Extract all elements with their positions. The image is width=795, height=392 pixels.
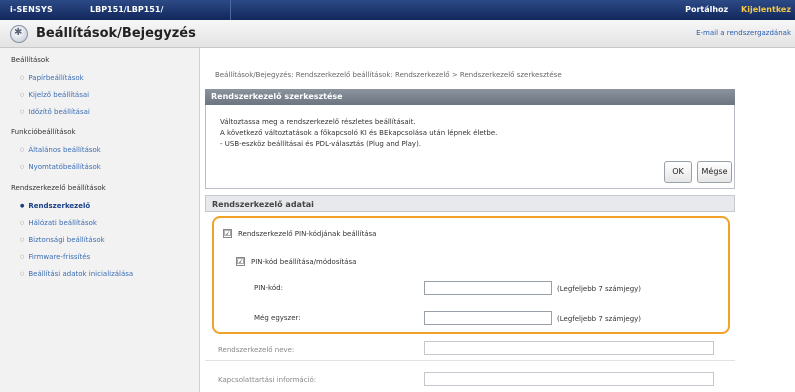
cancel-button[interactable]: Mégse — [697, 161, 732, 183]
pin-code-input[interactable] — [424, 281, 552, 295]
pin-setting-label: Rendszerkezelő PIN-kódjának beállítása — [238, 230, 377, 238]
sidebar-item-network[interactable]: Hálózati beállítások — [20, 219, 97, 227]
sidebar: Beállítások Papírbeállítások Kijelző beá… — [0, 48, 200, 392]
admin-name-label: Rendszerkezelő neve: — [218, 346, 295, 354]
edit-panel-title: Rendszerkezelő szerkesztése — [205, 89, 735, 105]
sidebar-section-functions[interactable]: Funkcióbeállítások — [11, 128, 76, 136]
sidebar-section-admin[interactable]: Rendszerkezelő beállítások — [11, 184, 106, 192]
admin-data-section-title: Rendszerkezelő adatai — [205, 195, 735, 212]
row-divider — [205, 360, 735, 361]
pin-setting-checkbox[interactable]: ☑ — [223, 229, 232, 238]
top-links: Portálhoz Kijelentkez — [675, 5, 791, 14]
portal-link[interactable]: Portálhoz — [685, 5, 728, 14]
notice-line-2: A következő változtatások a főkapcsoló K… — [220, 129, 498, 137]
title-bar: Beállítások/Bejegyzés E-mail a rendszerg… — [0, 20, 795, 48]
sidebar-item-paper[interactable]: Papírbeállítások — [20, 74, 83, 82]
pin-confirm-label: Még egyszer: — [254, 314, 301, 322]
admin-name-input[interactable] — [424, 341, 714, 355]
sidebar-item-firmware[interactable]: Firmware-frissítés — [20, 253, 90, 261]
sidebar-item-general[interactable]: Általános beállítások — [20, 146, 101, 154]
pin-code-hint: (Legfeljebb 7 számjegy) — [557, 285, 642, 293]
pin-change-label: PIN-kód beállítása/módosítása — [251, 258, 357, 266]
sidebar-item-display[interactable]: Kijelző beállításai — [20, 91, 89, 99]
pin-change-checkbox[interactable]: ☑ — [236, 257, 245, 266]
logout-link[interactable]: Kijelentkez — [741, 5, 791, 14]
email-admin-link[interactable]: E-mail a rendszergazdának — [696, 29, 791, 37]
ok-button[interactable]: OK — [664, 161, 692, 183]
sidebar-item-printer[interactable]: Nyomtatóbeállítások — [20, 163, 100, 171]
pin-confirm-input[interactable] — [424, 311, 552, 325]
sidebar-section-settings[interactable]: Beállítások — [11, 56, 49, 64]
pin-confirm-hint: (Legfeljebb 7 számjegy) — [557, 315, 642, 323]
top-bar: i-SENSYS LBP151/LBP151/ Portálhoz Kijele… — [0, 0, 795, 20]
notice-line-1: Változtassa meg a rendszerkezelő részlet… — [220, 118, 416, 126]
sidebar-item-initialize[interactable]: Beállítási adatok inicializálása — [20, 270, 133, 278]
settings-icon — [10, 25, 28, 43]
topbar-divider — [230, 0, 231, 20]
contact-info-label: Kapcsolattartási információ: — [218, 376, 317, 384]
device-model: LBP151/LBP151/ — [90, 5, 164, 14]
brand-logo: i-SENSYS — [10, 5, 53, 14]
pin-code-label: PIN-kód: — [254, 284, 283, 292]
contact-info-input[interactable] — [424, 372, 714, 386]
breadcrumb: Beállítások/Bejegyzés: Rendszerkezelő be… — [215, 71, 562, 79]
page-title: Beállítások/Bejegyzés — [36, 26, 196, 41]
sidebar-item-system-manager[interactable]: Rendszerkezelő — [20, 202, 90, 210]
notice-line-3: - USB-eszköz beállításai és PDL-választá… — [220, 140, 422, 148]
sidebar-item-security[interactable]: Biztonsági beállítások — [20, 236, 104, 244]
sidebar-item-timer[interactable]: Időzítő beállításai — [20, 108, 89, 116]
